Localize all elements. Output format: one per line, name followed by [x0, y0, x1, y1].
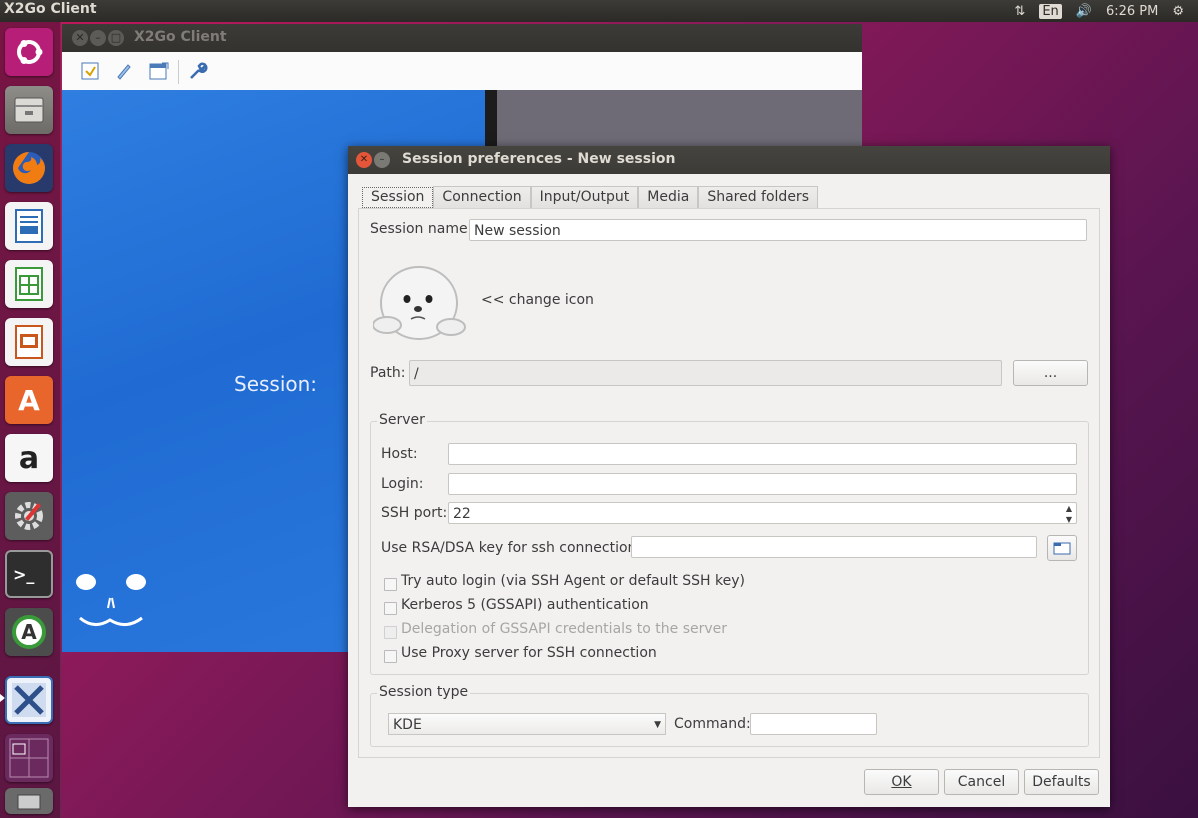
clock[interactable]: 6:26 PM: [1106, 4, 1158, 19]
software-updater-icon[interactable]: A: [5, 608, 53, 656]
system-tray: ⇅ En 🔊 6:26 PM ⚙: [1014, 0, 1198, 22]
rsa-key-label: Use RSA/DSA key for ssh connection:: [381, 540, 642, 556]
gssapi-delegation-label: Delegation of GSSAPI credentials to the …: [401, 621, 728, 637]
session-name-field[interactable]: New session: [469, 219, 1087, 241]
x2go-panda-logo: [74, 568, 154, 642]
toolbar-separator: [178, 60, 179, 84]
new-session-icon[interactable]: [78, 59, 102, 83]
files-icon[interactable]: [5, 86, 53, 134]
auto-login-label[interactable]: Try auto login (via SSH Agent or default…: [401, 573, 745, 589]
ssh-port-value: 22: [453, 506, 471, 522]
path-label: Path:: [370, 365, 406, 381]
chevron-down-icon: ▼: [654, 720, 661, 730]
tab-shared-folders[interactable]: Shared folders: [698, 186, 818, 208]
ubuntu-dash-icon[interactable]: [5, 28, 53, 76]
tab-input-output[interactable]: Input/Output: [530, 186, 639, 208]
change-icon-label[interactable]: << change icon: [481, 292, 594, 308]
login-label: Login:: [381, 476, 424, 492]
firefox-icon[interactable]: [5, 144, 53, 192]
host-label: Host:: [381, 446, 418, 462]
ssh-port-spinbox[interactable]: 22 ▲ ▼: [448, 502, 1077, 524]
keyboard-language-indicator[interactable]: En: [1039, 3, 1062, 19]
proxy-label[interactable]: Use Proxy server for SSH connection: [401, 645, 657, 661]
session-type-group: Session type KDE ▼ Command:: [370, 684, 1089, 747]
system-menu-icon[interactable]: ⚙: [1172, 4, 1184, 19]
amazon-icon[interactable]: a: [5, 434, 53, 482]
x2go-toolbar: [62, 52, 862, 91]
close-icon[interactable]: ✕: [72, 30, 88, 46]
workspace-switcher-icon[interactable]: [5, 734, 53, 782]
host-field[interactable]: [448, 443, 1077, 465]
tab-bar: Session Connection Input/Output Media Sh…: [362, 186, 818, 208]
cancel-button[interactable]: Cancel: [944, 769, 1019, 795]
preferences-wrench-icon[interactable]: [186, 59, 210, 83]
session-label: Session:: [234, 372, 318, 396]
ok-button[interactable]: OK: [864, 769, 939, 795]
close-icon[interactable]: ✕: [356, 152, 372, 168]
ssh-port-label: SSH port:: [381, 505, 448, 521]
terminal-icon[interactable]: >_: [5, 550, 53, 598]
system-settings-icon[interactable]: [5, 492, 53, 540]
active-app-title: X2Go Client: [4, 1, 97, 17]
tab-session[interactable]: Session: [362, 187, 434, 208]
maximize-icon[interactable]: □: [108, 30, 124, 46]
writer-icon[interactable]: [5, 202, 53, 250]
auto-login-checkbox[interactable]: [384, 578, 397, 591]
server-group-title: Server: [377, 412, 427, 428]
session-tab-panel: Session name: New session << change icon…: [358, 208, 1100, 758]
volume-icon[interactable]: 🔊: [1076, 4, 1092, 19]
proxy-checkbox[interactable]: [384, 650, 397, 663]
session-icon-seal[interactable]: [372, 259, 467, 349]
kerberos-label[interactable]: Kerberos 5 (GSSAPI) authentication: [401, 597, 649, 613]
path-browse-button[interactable]: ...: [1013, 360, 1088, 386]
server-group: Server Host: Login: SSH port: 22 ▲ ▼ Use …: [370, 412, 1089, 675]
calc-icon[interactable]: [5, 260, 53, 308]
launcher: A a >_ A: [0, 22, 61, 818]
folder-open-icon: [1053, 542, 1071, 555]
gssapi-delegation-checkbox: [384, 626, 397, 639]
dialog-title: Session preferences - New session: [402, 151, 676, 167]
top-panel: X2Go Client ⇅ En 🔊 6:26 PM ⚙: [0, 0, 1198, 22]
x2go-titlebar: ✕ – □ X2Go Client: [62, 24, 862, 52]
tab-media[interactable]: Media: [638, 186, 699, 208]
session-type-selected: KDE: [393, 717, 422, 733]
x2go-icon[interactable]: [5, 676, 53, 724]
session-preferences-dialog: ✕ – Session preferences - New session Se…: [348, 146, 1110, 807]
network-icon[interactable]: ⇅: [1014, 4, 1025, 19]
defaults-button[interactable]: Defaults: [1024, 769, 1099, 795]
path-field[interactable]: /: [409, 360, 1002, 386]
minimize-icon[interactable]: –: [374, 152, 390, 168]
spin-arrows-icon[interactable]: ▲ ▼: [1062, 503, 1076, 525]
software-center-icon[interactable]: A: [5, 376, 53, 424]
session-export-icon[interactable]: [147, 59, 171, 83]
session-type-combobox[interactable]: KDE ▼: [388, 713, 666, 735]
impress-icon[interactable]: [5, 318, 53, 366]
session-type-title: Session type: [377, 684, 471, 700]
x2go-window-title: X2Go Client: [134, 29, 227, 45]
edit-session-icon[interactable]: [112, 59, 136, 83]
login-field[interactable]: [448, 473, 1077, 495]
command-field[interactable]: [750, 713, 877, 735]
minimize-icon[interactable]: –: [90, 30, 106, 46]
svg-text:A: A: [21, 620, 37, 644]
dialog-titlebar: ✕ – Session preferences - New session: [348, 146, 1110, 174]
rsa-key-field[interactable]: [631, 536, 1037, 558]
trash-icon[interactable]: [5, 788, 53, 814]
session-name-label: Session name:: [370, 221, 473, 237]
command-label: Command:: [674, 716, 751, 732]
kerberos-checkbox[interactable]: [384, 602, 397, 615]
tab-connection[interactable]: Connection: [433, 186, 531, 208]
rsa-key-browse-button[interactable]: [1047, 535, 1077, 561]
